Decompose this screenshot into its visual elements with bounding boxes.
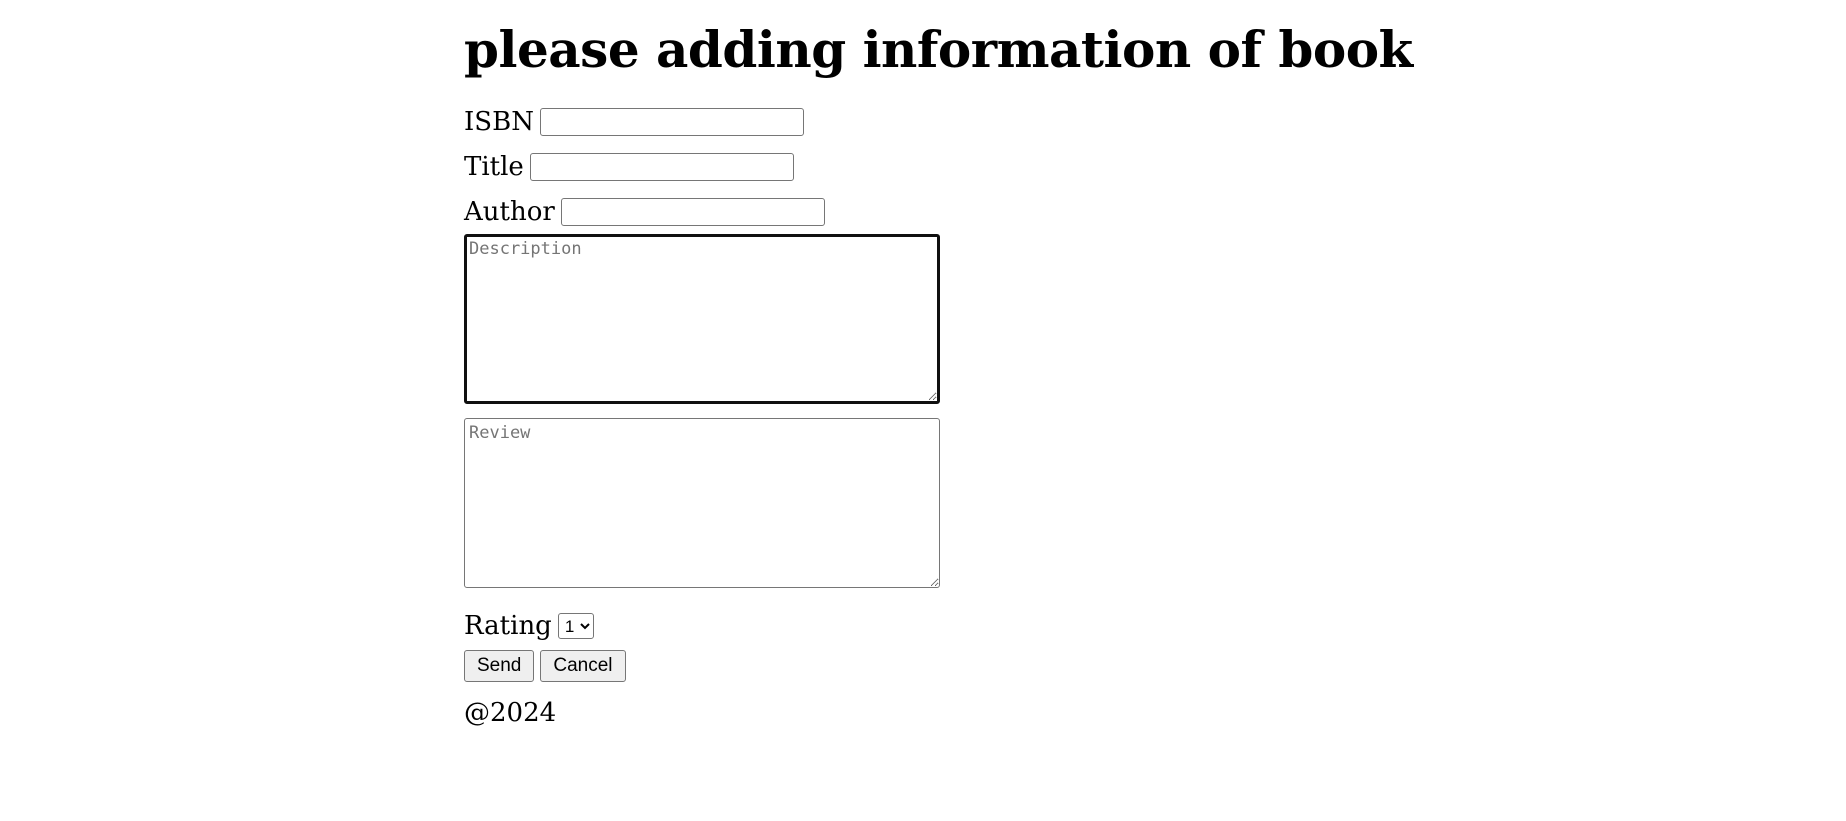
rating-row: Rating 1: [464, 606, 984, 646]
book-form-page: please adding information of book ISBN T…: [464, 0, 1413, 730]
form-buttons: Send Cancel: [464, 650, 984, 682]
page-title: please adding information of book: [464, 20, 1413, 79]
send-button[interactable]: Send: [464, 650, 535, 682]
rating-label: Rating: [464, 611, 552, 641]
review-textarea[interactable]: [464, 418, 940, 588]
book-form: ISBN Title Author Rating 1 Send Cancel: [464, 99, 984, 682]
footer-copyright: @2024: [464, 698, 557, 728]
author-row: Author: [464, 189, 984, 234]
author-input[interactable]: [560, 197, 825, 226]
title-row: Title: [464, 144, 984, 189]
isbn-input[interactable]: [539, 107, 804, 136]
description-textarea[interactable]: [464, 234, 940, 404]
title-label: Title: [464, 151, 524, 182]
cancel-button[interactable]: Cancel: [540, 650, 626, 682]
rating-select[interactable]: 1: [557, 613, 594, 639]
author-label: Author: [464, 196, 555, 227]
isbn-row: ISBN: [464, 99, 984, 144]
title-input[interactable]: [529, 152, 794, 181]
isbn-label: ISBN: [464, 106, 534, 137]
